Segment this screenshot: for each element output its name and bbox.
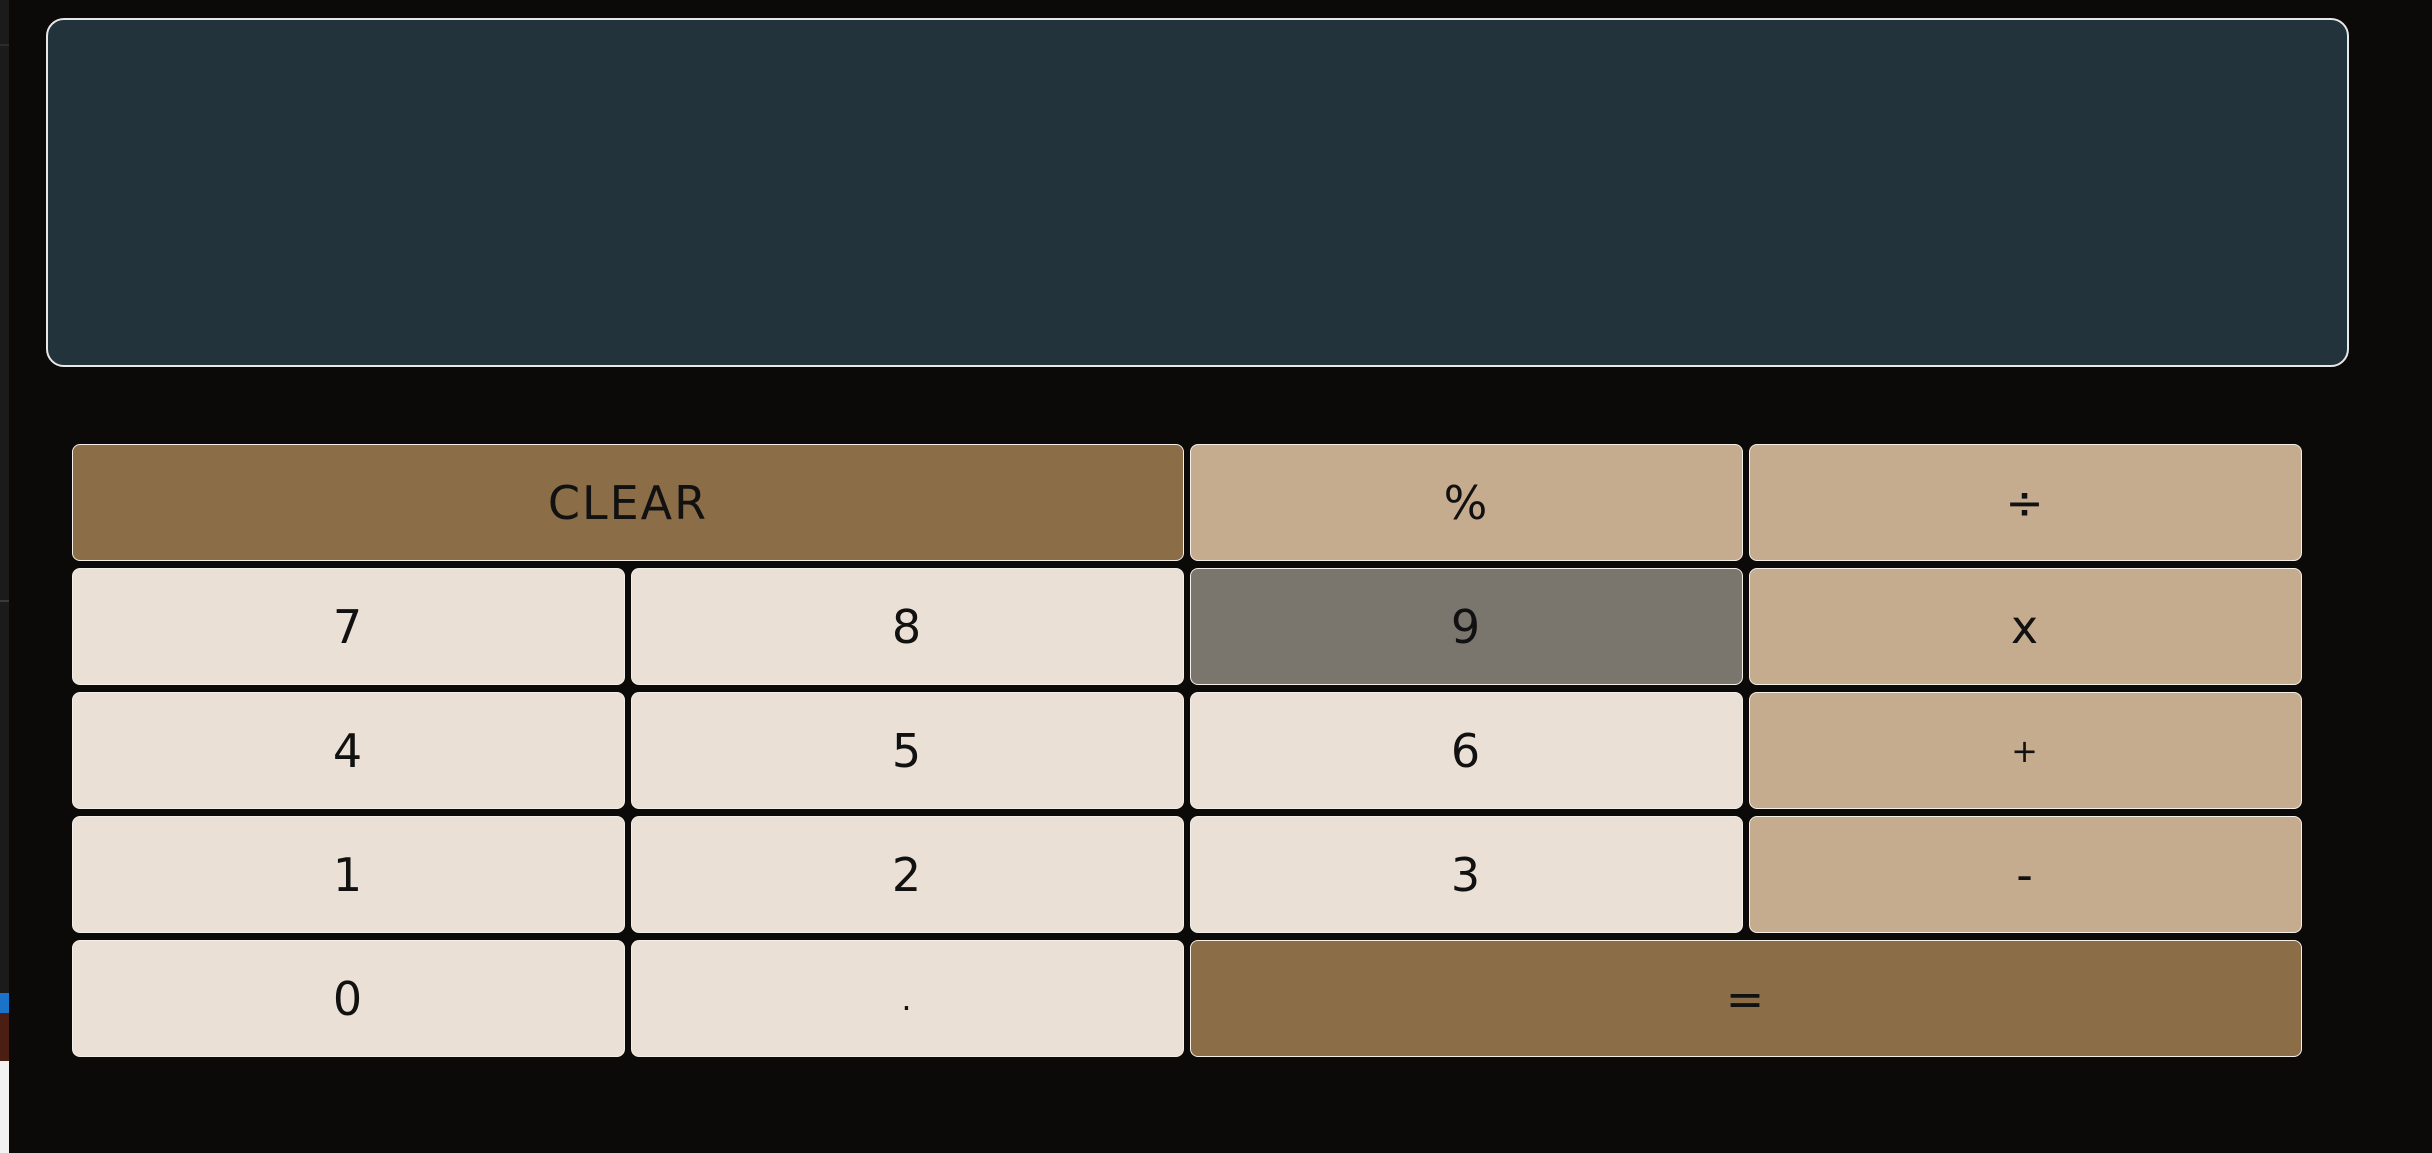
digit-2-button[interactable]: 2 xyxy=(631,816,1184,933)
multiply-button[interactable]: x xyxy=(1749,568,2302,685)
edge-mark xyxy=(0,1013,9,1061)
divide-button[interactable]: ÷ xyxy=(1749,444,2302,561)
calculator-keypad: CLEAR% ÷ 7 8 9 x 4 5 6 +1 2 3- 0. = xyxy=(72,444,2305,1057)
equals-button[interactable]: = xyxy=(1190,940,2302,1057)
digit-7-button[interactable]: 7 xyxy=(72,568,625,685)
calculator-display xyxy=(46,18,2349,367)
edge-mark xyxy=(0,993,9,1013)
clear-button[interactable]: CLEAR xyxy=(72,444,1184,561)
digit-0-button[interactable]: 0 xyxy=(72,940,625,1057)
edge-mark xyxy=(0,600,9,602)
add-button[interactable]: + xyxy=(1749,692,2302,809)
digit-6-button[interactable]: 6 xyxy=(1190,692,1743,809)
edge-mark xyxy=(0,1061,9,1153)
digit-8-button[interactable]: 8 xyxy=(631,568,1184,685)
digit-5-button[interactable]: 5 xyxy=(631,692,1184,809)
subtract-button[interactable]: - xyxy=(1749,816,2302,933)
edge-mark xyxy=(0,44,9,46)
digit-3-button[interactable]: 3 xyxy=(1190,816,1743,933)
digit-4-button[interactable]: 4 xyxy=(72,692,625,809)
digit-9-button[interactable]: 9 xyxy=(1190,568,1743,685)
digit-1-button[interactable]: 1 xyxy=(72,816,625,933)
window-edge-strip xyxy=(0,0,9,1153)
decimal-button[interactable]: . xyxy=(631,940,1184,1057)
percent-button[interactable]: % xyxy=(1190,444,1743,561)
